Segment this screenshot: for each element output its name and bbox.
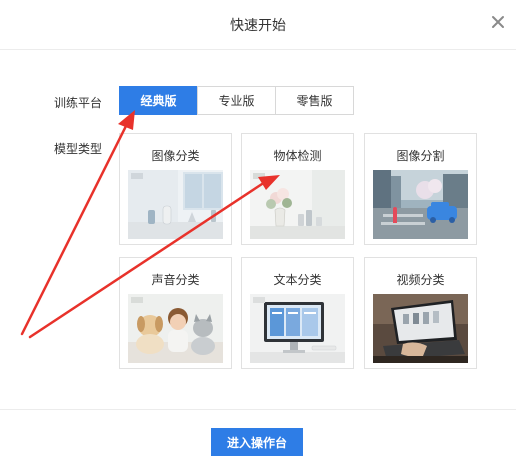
card-image-segmentation[interactable]: 图像分割 — [364, 133, 477, 245]
platform-selector: 经典版 专业版 零售版 — [119, 86, 354, 115]
text-classification-thumbnail — [250, 294, 345, 363]
card-title: 文本分类 — [273, 273, 322, 287]
model-type-label: 模型类型 — [54, 142, 103, 156]
image-classification-thumbnail — [128, 170, 223, 239]
card-image-classification[interactable]: 图像分类 — [119, 133, 232, 245]
quick-start-dialog: 快速开始 训练平台 经典版 专业版 零售版 模型类型 图像分类 物体检测 图像分… — [0, 0, 516, 468]
platform-option-pro[interactable]: 专业版 — [197, 86, 276, 115]
object-detection-thumbnail — [250, 170, 345, 239]
dialog-title: 快速开始 — [230, 18, 286, 34]
platform-option-retail[interactable]: 零售版 — [275, 86, 354, 115]
card-title: 图像分割 — [396, 149, 445, 163]
platform-option-classic[interactable]: 经典版 — [119, 86, 198, 115]
dialog-header: 快速开始 — [0, 0, 516, 50]
video-classification-thumbnail — [373, 294, 468, 363]
card-object-detection[interactable]: 物体检测 — [241, 133, 354, 245]
platform-label: 训练平台 — [54, 96, 103, 110]
enter-console-button[interactable]: 进入操作台 — [211, 428, 303, 456]
image-segmentation-thumbnail — [373, 170, 468, 239]
card-title: 视频分类 — [396, 273, 445, 287]
card-title: 物体检测 — [273, 149, 322, 163]
card-video-classification[interactable]: 视频分类 — [364, 257, 477, 369]
card-title: 图像分类 — [151, 149, 200, 163]
card-text-classification[interactable]: 文本分类 — [241, 257, 354, 369]
dialog-footer: 进入操作台 — [0, 409, 516, 468]
card-sound-classification[interactable]: 声音分类 — [119, 257, 232, 369]
sound-classification-thumbnail — [128, 294, 223, 363]
close-icon[interactable] — [490, 14, 506, 30]
card-title: 声音分类 — [151, 273, 200, 287]
